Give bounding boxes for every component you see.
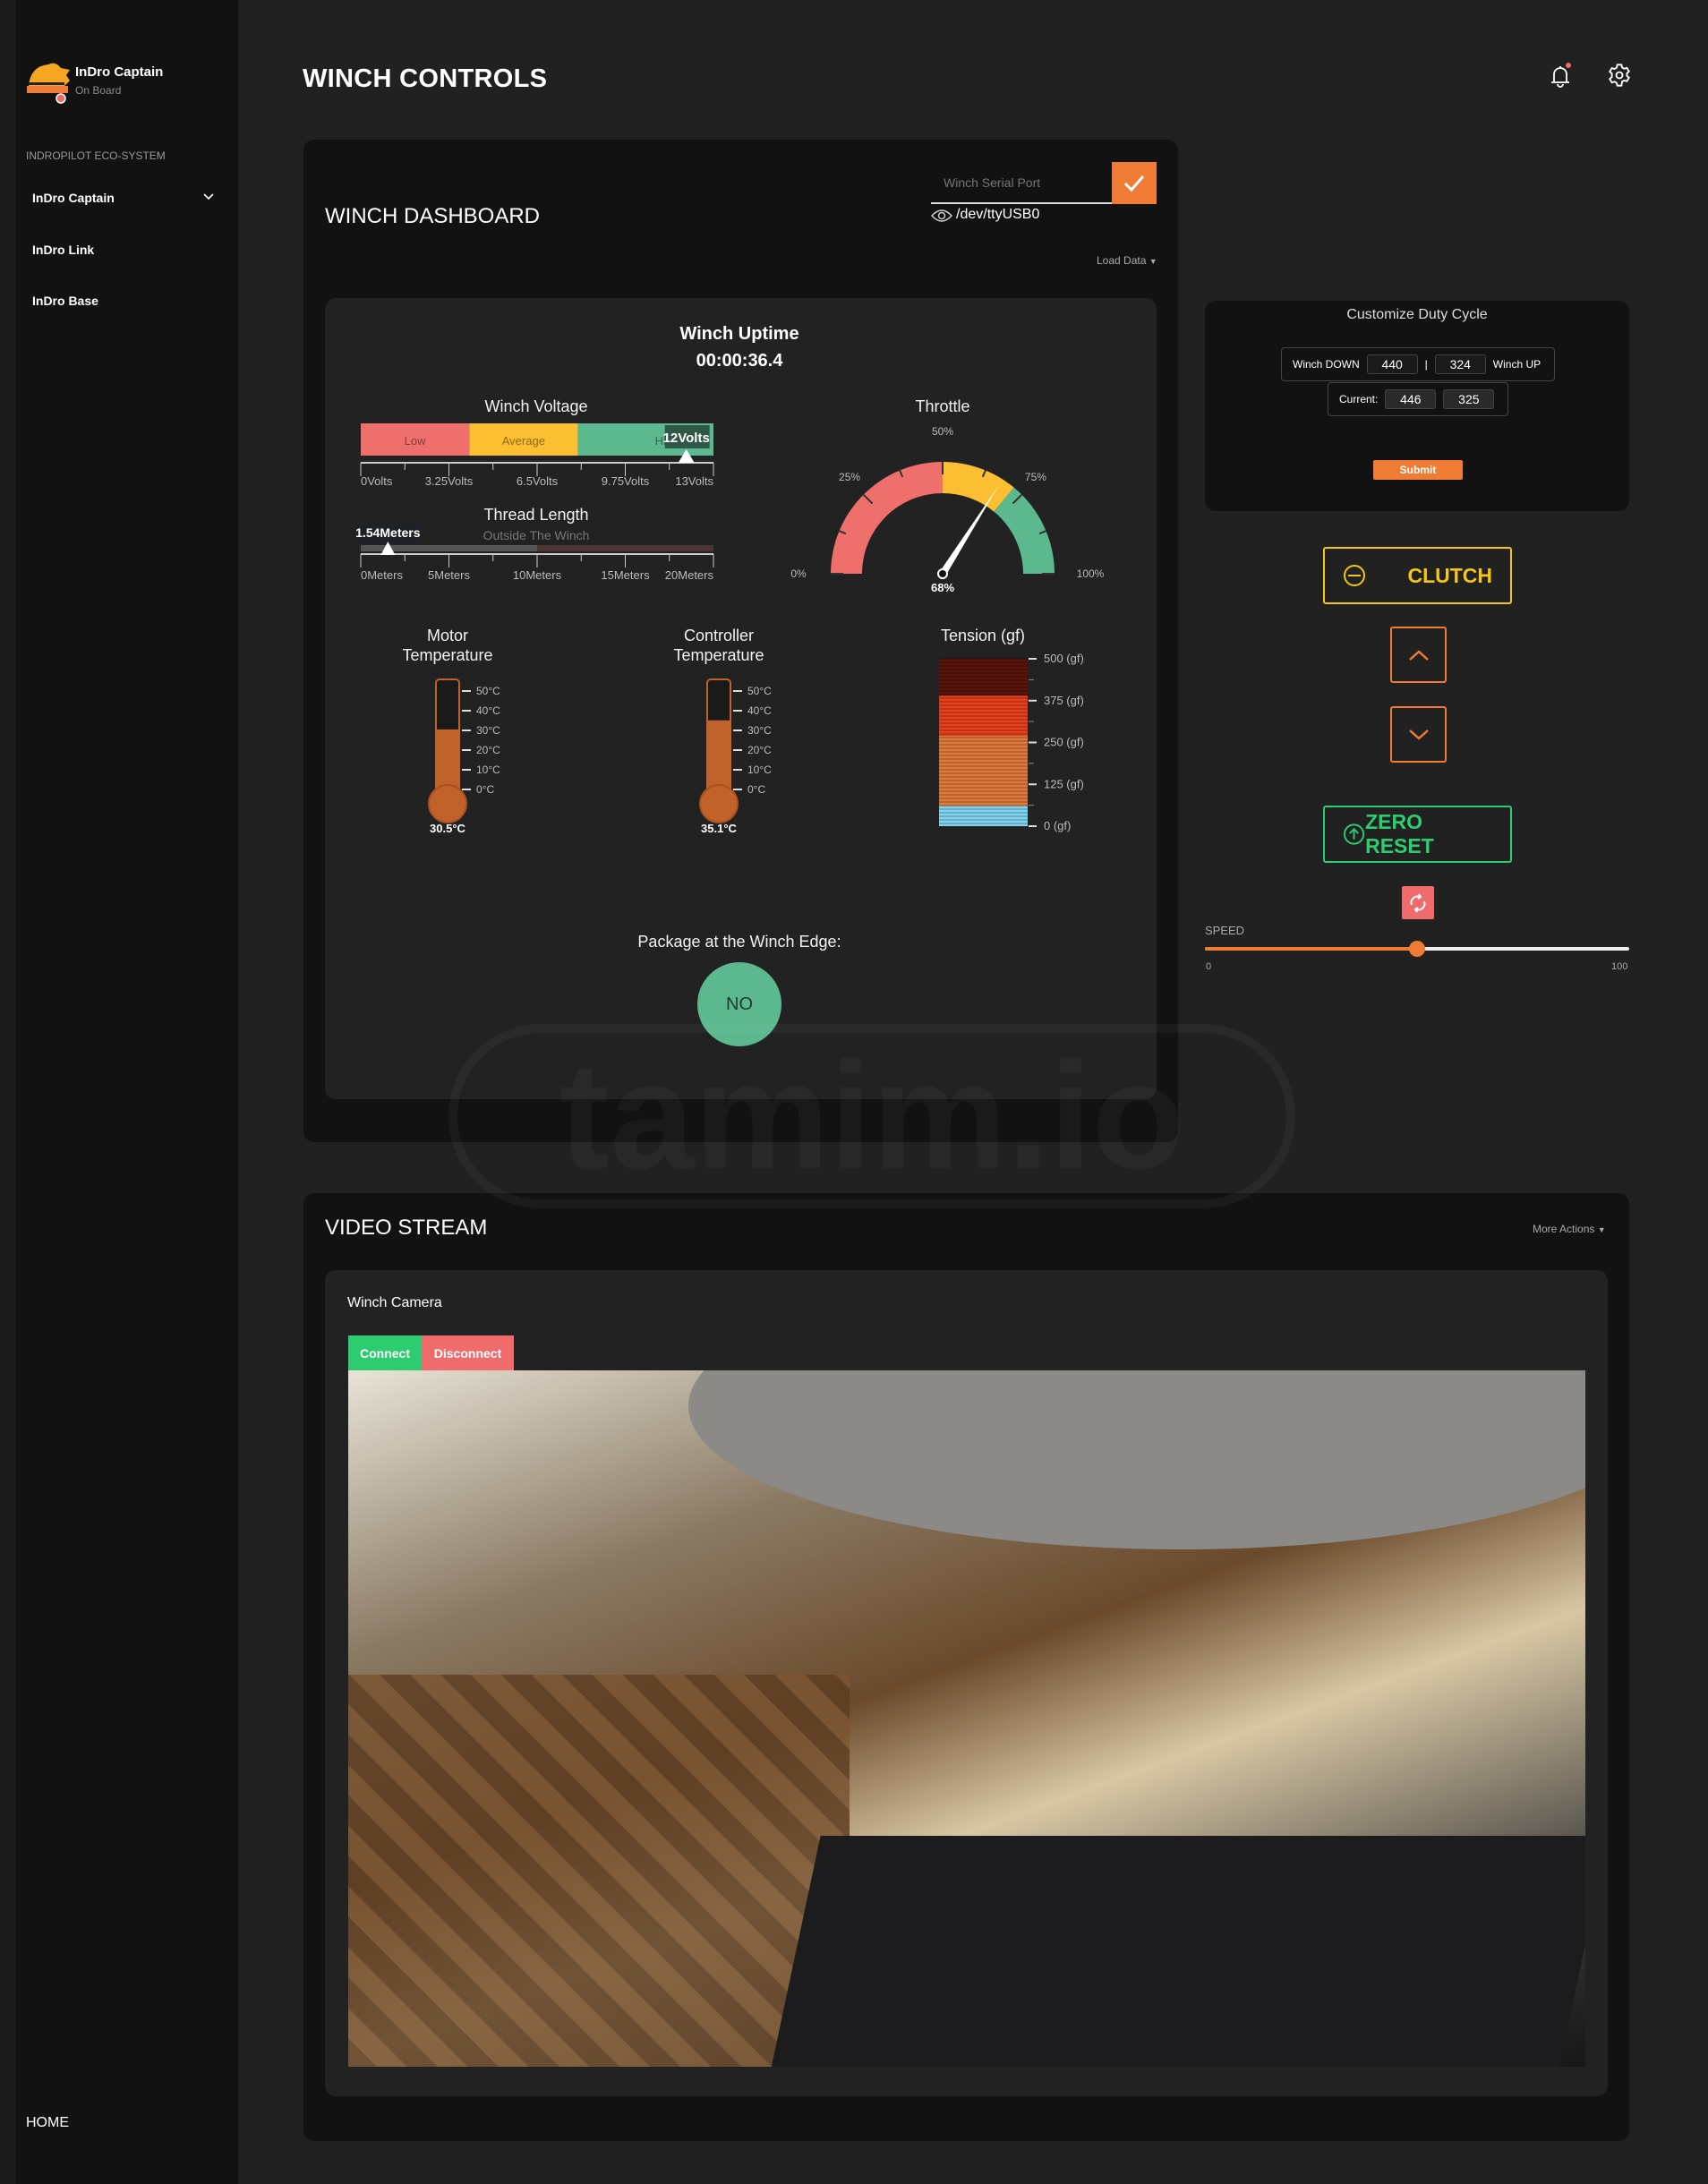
winch-down-input[interactable] <box>1366 354 1418 374</box>
controller-thermometer-bulb <box>699 784 739 823</box>
chevron-up-icon <box>1408 649 1429 661</box>
thread-tick-label: 0Meters <box>361 568 403 582</box>
tension-tick-label: 375 (gf) <box>1044 694 1084 707</box>
caret-down-icon: ▼ <box>1597 1225 1606 1234</box>
winch-up-button[interactable] <box>1390 627 1447 683</box>
temp-tick-label: 10°C <box>476 764 500 776</box>
zero-reset-label: ZERO RESET <box>1365 810 1434 857</box>
thread-track-end <box>537 545 713 551</box>
thread-tick-label: 5Meters <box>428 568 470 582</box>
more-actions-label: More Actions <box>1533 1223 1595 1235</box>
thread-tick-label: 10Meters <box>513 568 562 582</box>
current-label: Current: <box>1339 393 1379 405</box>
refresh-icon <box>1410 892 1426 913</box>
motor-temp-value: 30.5°C <box>430 822 466 835</box>
tension-tick-label: 125 (gf) <box>1044 777 1084 790</box>
temp-tick-label: 50°C <box>476 685 500 697</box>
camera-feed <box>348 1370 1585 2067</box>
speed-max: 100 <box>1611 961 1628 972</box>
winch-up-input[interactable] <box>1434 354 1486 374</box>
throttle-needle-hub <box>937 568 948 579</box>
throttle-needle <box>939 485 999 576</box>
arrow-up-circle-icon <box>1343 823 1365 845</box>
throttle-tick-label: 0% <box>790 567 807 580</box>
temp-tick-label: 30°C <box>747 724 772 737</box>
zero-reset-button[interactable]: ZERO RESET <box>1323 806 1512 863</box>
duty-target-group: Winch DOWN | Winch UP <box>1281 347 1555 381</box>
throttle-tick-label: 25% <box>839 471 860 483</box>
voltage-tick-label: 9.75Volts <box>602 474 650 488</box>
speed-label: SPEED <box>1205 924 1245 937</box>
submit-button[interactable]: Submit <box>1373 460 1463 480</box>
temp-tick-label: 20°C <box>476 744 500 756</box>
voltage-tick-label: 3.25Volts <box>425 474 474 488</box>
video-stream-title: VIDEO STREAM <box>325 1216 488 1240</box>
tension-tick-label: 500 (gf) <box>1044 652 1084 665</box>
duty-current-group: Current: 446 325 <box>1328 382 1508 416</box>
voltage-band-label: Average <box>502 434 545 448</box>
minus-circle-icon <box>1344 565 1365 586</box>
temp-tick-label: 30°C <box>476 724 500 737</box>
more-actions-dropdown[interactable]: More Actions ▼ <box>1533 1223 1606 1235</box>
temp-tick-label: 0°C <box>747 783 765 796</box>
clutch-label: CLUTCH <box>1407 563 1492 587</box>
voltage-tick-label: 0Volts <box>361 474 393 488</box>
refresh-button[interactable] <box>1402 886 1434 919</box>
thread-tick-label: 15Meters <box>601 568 650 582</box>
connect-button[interactable]: Connect <box>348 1335 422 1370</box>
speed-slider[interactable] <box>1205 941 1629 957</box>
camera-label: Winch Camera <box>347 1295 442 1310</box>
temp-tick-label: 40°C <box>747 704 772 717</box>
clutch-button[interactable]: CLUTCH <box>1323 547 1512 604</box>
current-up-value: 325 <box>1443 389 1495 409</box>
thread-tick-label: 20Meters <box>665 568 714 582</box>
speed-slider-fill <box>1205 947 1417 951</box>
motor-thermometer-bulb <box>428 784 467 823</box>
duty-cycle-title: Customize Duty Cycle <box>1346 307 1488 322</box>
temp-tick-label: 50°C <box>747 685 772 697</box>
tension-tick-label: 0 (gf) <box>1044 819 1071 832</box>
disconnect-button[interactable]: Disconnect <box>422 1335 514 1370</box>
winch-down-label: Winch DOWN <box>1293 358 1360 371</box>
temp-tick-label: 40°C <box>476 704 500 717</box>
chevron-down-icon <box>1408 729 1429 740</box>
speed-min: 0 <box>1206 961 1212 972</box>
winch-down-button[interactable] <box>1390 706 1447 763</box>
current-down-value: 446 <box>1385 389 1437 409</box>
throttle-tick-label: 50% <box>932 425 953 438</box>
throttle-tick-label: 75% <box>1025 471 1046 483</box>
throttle-value-label: 68% <box>931 581 954 594</box>
temp-tick-label: 0°C <box>476 783 494 796</box>
temp-tick-label: 20°C <box>747 744 772 756</box>
tension-band <box>939 736 1028 806</box>
voltage-value-label: 12Volts <box>663 431 710 446</box>
voltage-tick-label: 6.5Volts <box>517 474 559 488</box>
controller-temp-value: 35.1°C <box>701 822 738 835</box>
throttle-tick-label: 100% <box>1077 567 1105 580</box>
speed-slider-thumb[interactable] <box>1409 941 1425 957</box>
sidebar-home-link[interactable]: HOME <box>26 2115 69 2131</box>
voltage-band-label: Low <box>405 434 426 448</box>
voltage-tick-label: 13Volts <box>675 474 713 488</box>
temp-tick-label: 10°C <box>747 764 772 776</box>
winch-up-label: Winch UP <box>1492 358 1541 371</box>
tension-tick-label: 250 (gf) <box>1044 736 1084 749</box>
separator: | <box>1424 358 1428 371</box>
thread-value-label: 1.54Meters <box>355 525 421 540</box>
